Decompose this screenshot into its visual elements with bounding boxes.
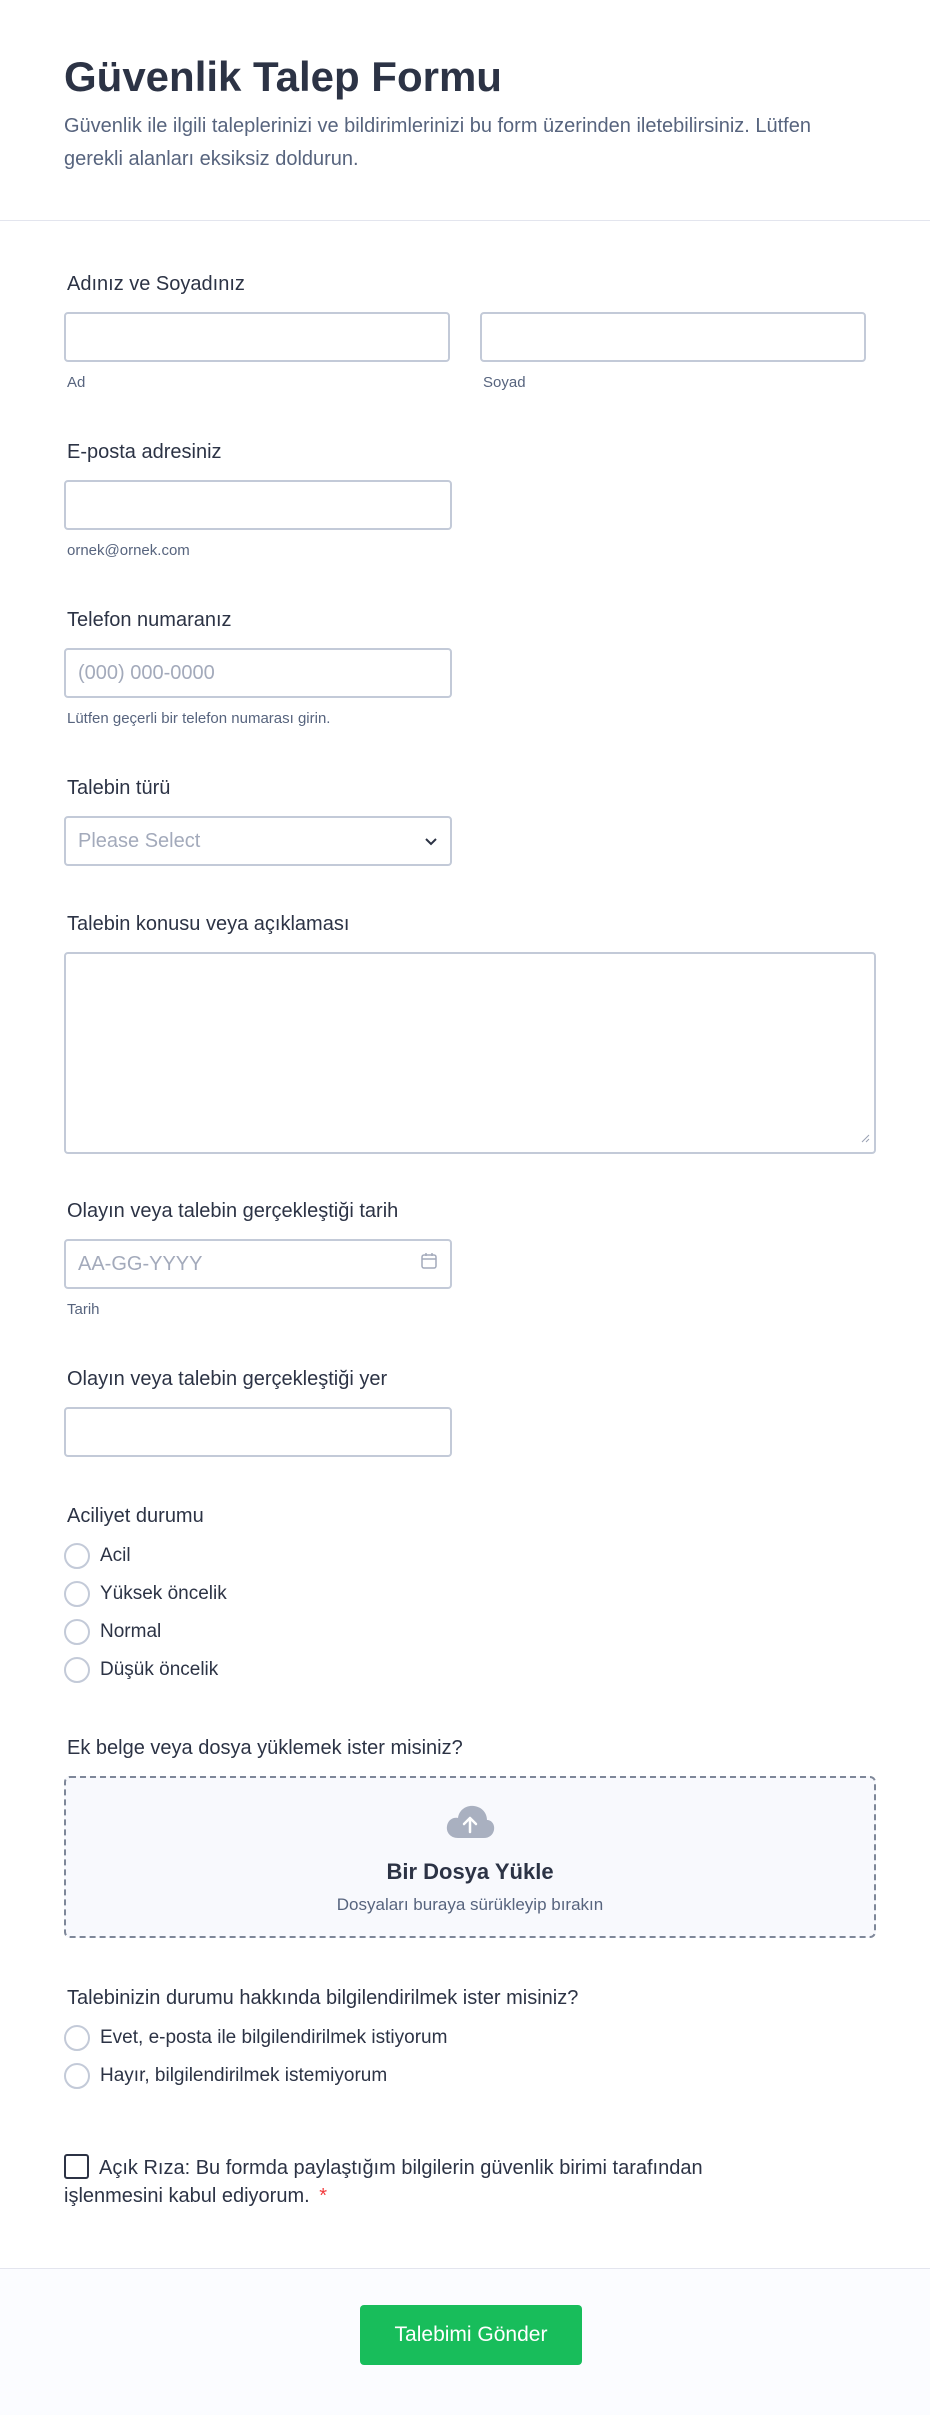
required-mark: * (319, 2185, 328, 2207)
consent-checkbox[interactable] (64, 2154, 89, 2179)
cloud-upload-icon (445, 1804, 495, 1845)
upload-subtitle: Dosyaları buraya sürükleyip bırakın (336, 1895, 604, 1914)
subject-textarea[interactable] (64, 952, 876, 1154)
urgency-option[interactable]: Acil (64, 1537, 564, 1575)
email-field: E-posta adresiniz ornek@ornek.com (64, 440, 452, 560)
request-type-field: Talebin türü Please Select (64, 776, 452, 866)
urgency-option-label: Acil (100, 1545, 131, 1566)
form-title: Güvenlik Talep Formu (64, 53, 502, 100)
date-sublabel: Tarih (67, 1301, 100, 1318)
notify-option-label: Hayır, bilgilendirilmek istemiyorum (100, 2065, 388, 2086)
notify-field: Talebinizin durumu hakkında bilgilendiri… (64, 1986, 864, 2095)
date-label: Olayın veya talebin gerçekleştiği tarih (67, 1200, 399, 1222)
radio-button[interactable] (64, 1543, 90, 1569)
form-footer: Talebimi Gönder (0, 2268, 930, 2415)
notify-option[interactable]: Hayır, bilgilendirilmek istemiyorum (64, 2057, 864, 2095)
first-name-input[interactable] (64, 312, 450, 362)
urgency-option[interactable]: Yüksek öncelik (64, 1575, 564, 1613)
urgency-option[interactable]: Normal (64, 1613, 564, 1651)
subject-field: Talebin konusu veya açıklaması (64, 912, 876, 1154)
urgency-label: Aciliyet durumu (67, 1505, 204, 1527)
upload-title: Bir Dosya Yükle (386, 1859, 554, 1884)
urgency-field: Aciliyet durumu Acil Yüksek öncelik Norm… (64, 1504, 564, 1689)
last-name-input[interactable] (480, 312, 866, 362)
last-name-sublabel: Soyad (483, 374, 526, 391)
notify-label: Talebinizin durumu hakkında bilgilendiri… (67, 1987, 579, 2009)
radio-button[interactable] (64, 1657, 90, 1683)
date-field: Olayın veya talebin gerçekleştiği tarih … (64, 1199, 452, 1319)
resize-handle-icon[interactable] (860, 1126, 870, 1149)
phone-placeholder: (000) 000-0000 (78, 661, 215, 684)
notify-option-label: Evet, e-posta ile bilgilendirilmek istiy… (100, 2027, 448, 2048)
phone-input[interactable]: (000) 000-0000 (64, 648, 452, 698)
email-input[interactable] (64, 480, 452, 530)
urgency-option[interactable]: Düşük öncelik (64, 1651, 564, 1689)
notify-option[interactable]: Evet, e-posta ile bilgilendirilmek istiy… (64, 2019, 864, 2057)
first-name-sublabel: Ad (67, 374, 86, 391)
date-placeholder: AA-GG-YYYY (78, 1252, 203, 1275)
urgency-option-label: Normal (100, 1621, 162, 1642)
phone-field: Telefon numaranız (000) 000-0000 Lütfen … (64, 608, 452, 728)
email-label: E-posta adresiniz (67, 441, 222, 463)
calendar-icon[interactable] (420, 1252, 438, 1276)
consent-text: Açık Rıza: Bu formda paylaştığım bilgile… (64, 2157, 703, 2207)
form-description: Güvenlik ile ilgili taleplerinizi ve bil… (64, 115, 811, 170)
radio-button[interactable] (64, 1619, 90, 1645)
upload-label: Ek belge veya dosya yüklemek ister misin… (67, 1737, 463, 1759)
name-field: Adınız ve Soyadınız Ad Soyad (64, 272, 866, 392)
form-header: Güvenlik Talep Formu Güvenlik ile ilgili… (0, 0, 930, 221)
location-label: Olayın veya talebin gerçekleştiği yer (67, 1368, 388, 1390)
subject-label: Talebin konusu veya açıklaması (67, 913, 350, 935)
date-input[interactable]: AA-GG-YYYY (64, 1239, 452, 1289)
name-label: Adınız ve Soyadınız (67, 273, 245, 295)
consent-field: Açık Rıza: Bu formda paylaştığım bilgile… (64, 2154, 794, 2210)
email-sublabel: ornek@ornek.com (67, 542, 190, 559)
radio-button[interactable] (64, 1581, 90, 1607)
phone-label: Telefon numaranız (67, 609, 232, 631)
chevron-down-icon (424, 830, 438, 853)
request-type-select[interactable]: Please Select (64, 816, 452, 866)
upload-field: Ek belge veya dosya yüklemek ister misin… (64, 1736, 876, 1938)
location-field: Olayın veya talebin gerçekleştiği yer (64, 1367, 452, 1457)
urgency-option-label: Düşük öncelik (100, 1659, 219, 1680)
request-type-selected: Please Select (78, 829, 201, 852)
location-input[interactable] (64, 1407, 452, 1457)
submit-button[interactable]: Talebimi Gönder (360, 2305, 582, 2365)
phone-sublabel: Lütfen geçerli bir telefon numarası giri… (67, 710, 331, 727)
radio-button[interactable] (64, 2025, 90, 2051)
request-type-label: Talebin türü (67, 777, 171, 799)
file-dropzone[interactable]: Bir Dosya Yükle Dosyaları buraya sürükle… (64, 1776, 876, 1938)
radio-button[interactable] (64, 2063, 90, 2089)
urgency-option-label: Yüksek öncelik (100, 1583, 227, 1604)
